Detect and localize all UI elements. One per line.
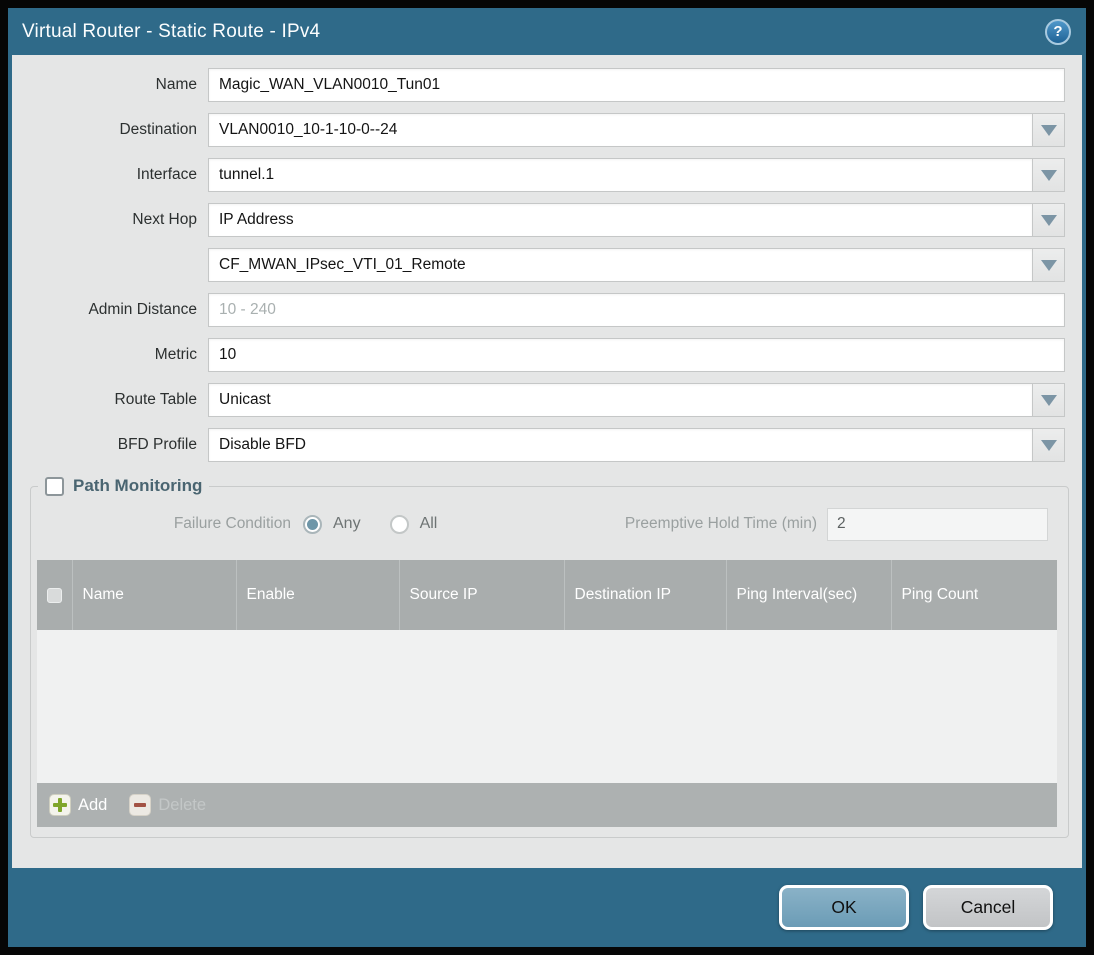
admin-distance-label: Admin Distance xyxy=(88,301,197,318)
metric-label: Metric xyxy=(154,346,197,363)
ok-button[interactable]: OK xyxy=(779,885,909,930)
route-table-label: Route Table xyxy=(114,391,197,408)
name-input[interactable] xyxy=(208,68,1065,102)
chevron-down-icon xyxy=(1040,169,1057,181)
interface-label: Interface xyxy=(136,166,197,183)
table-header-row: Name Enable Source IP Destination IP Pin… xyxy=(37,560,1057,630)
form-row-route-table: Route Table xyxy=(12,383,1065,417)
destination-label: Destination xyxy=(119,121,197,138)
add-button-label: Add xyxy=(78,795,108,814)
dialog-footer: OK Cancel xyxy=(8,868,1086,947)
column-header-destination-ip[interactable]: Destination IP xyxy=(563,560,726,630)
form-row-admin-distance: Admin Distance xyxy=(12,293,1065,327)
chevron-down-icon xyxy=(1040,124,1057,136)
destination-input[interactable] xyxy=(208,113,1032,147)
chevron-down-icon xyxy=(1040,259,1057,271)
minus-icon xyxy=(129,794,152,816)
bfd-profile-dropdown-button[interactable] xyxy=(1032,428,1065,462)
column-header-enable[interactable]: Enable xyxy=(235,560,399,630)
preemptive-hold-time-label: Preemptive Hold Time (min) xyxy=(624,515,817,532)
next-hop-type-input[interactable] xyxy=(208,203,1032,237)
form-row-metric: Metric xyxy=(12,338,1065,372)
bfd-profile-label: BFD Profile xyxy=(117,436,197,453)
next-hop-address-dropdown-button[interactable] xyxy=(1032,248,1065,282)
title-bar: Virtual Router - Static Route - IPv4 ? xyxy=(8,8,1086,55)
metric-input[interactable] xyxy=(208,338,1065,372)
interface-input[interactable] xyxy=(208,158,1032,192)
name-label: Name xyxy=(155,76,197,93)
form-row-bfd-profile: BFD Profile xyxy=(12,428,1065,462)
next-hop-dropdown-button[interactable] xyxy=(1032,203,1065,237)
path-monitoring-caption: Path Monitoring xyxy=(73,476,203,495)
failure-condition-label: Failure Condition xyxy=(173,515,291,532)
delete-button[interactable]: Delete xyxy=(129,794,206,816)
next-hop-address-input[interactable] xyxy=(208,248,1032,282)
form-row-interface: Interface xyxy=(12,158,1065,192)
failure-condition-all-radio[interactable] xyxy=(389,514,409,534)
form-row-name: Name xyxy=(12,68,1065,102)
form-row-destination: Destination xyxy=(12,113,1065,147)
failure-condition-any-radio[interactable] xyxy=(303,514,322,534)
form-row-next-hop-address xyxy=(12,248,1065,282)
column-header-ping-interval[interactable]: Ping Interval(sec) xyxy=(725,560,891,630)
select-all-checkbox[interactable] xyxy=(47,587,62,603)
help-icon[interactable]: ? xyxy=(1045,18,1071,45)
route-table-dropdown-button[interactable] xyxy=(1032,383,1065,417)
select-all-header-cell xyxy=(37,560,72,630)
path-monitoring-legend: Path Monitoring xyxy=(38,476,209,496)
failure-condition-row: Failure Condition Any All Preemptive Hol… xyxy=(31,506,1048,542)
delete-button-label: Delete xyxy=(158,795,207,814)
route-table-input[interactable] xyxy=(208,383,1032,417)
path-monitoring-section: Path Monitoring Failure Condition Any Al… xyxy=(30,476,1069,838)
empty-table-body xyxy=(37,630,1057,783)
column-header-name[interactable]: Name xyxy=(71,560,236,630)
bfd-profile-input[interactable] xyxy=(208,428,1032,462)
form-row-next-hop: Next Hop xyxy=(12,203,1065,237)
failure-condition-all-label: All xyxy=(419,515,438,532)
failure-condition-any-label: Any xyxy=(333,515,361,532)
path-monitoring-checkbox[interactable] xyxy=(45,476,64,496)
admin-distance-input[interactable] xyxy=(208,293,1065,327)
column-header-source-ip[interactable]: Source IP xyxy=(398,560,564,630)
next-hop-label: Next Hop xyxy=(132,211,197,228)
dialog-title: Virtual Router - Static Route - IPv4 xyxy=(22,20,321,42)
column-header-ping-count[interactable]: Ping Count xyxy=(890,560,1057,630)
chevron-down-icon xyxy=(1040,214,1057,226)
chevron-down-icon xyxy=(1040,394,1057,406)
cancel-button[interactable]: Cancel xyxy=(923,885,1053,930)
dialog-content: Name Destination Interface xyxy=(12,55,1082,868)
preemptive-hold-time-input[interactable] xyxy=(827,507,1048,541)
interface-dropdown-button[interactable] xyxy=(1032,158,1065,192)
chevron-down-icon xyxy=(1040,439,1057,451)
static-route-dialog: Virtual Router - Static Route - IPv4 ? N… xyxy=(8,8,1086,947)
plus-icon xyxy=(49,794,71,816)
destination-dropdown-button[interactable] xyxy=(1032,113,1065,147)
path-monitoring-table: Name Enable Source IP Destination IP Pin… xyxy=(37,560,1057,827)
table-action-bar: Add Delete xyxy=(37,783,1057,827)
add-button[interactable]: Add xyxy=(49,794,107,816)
